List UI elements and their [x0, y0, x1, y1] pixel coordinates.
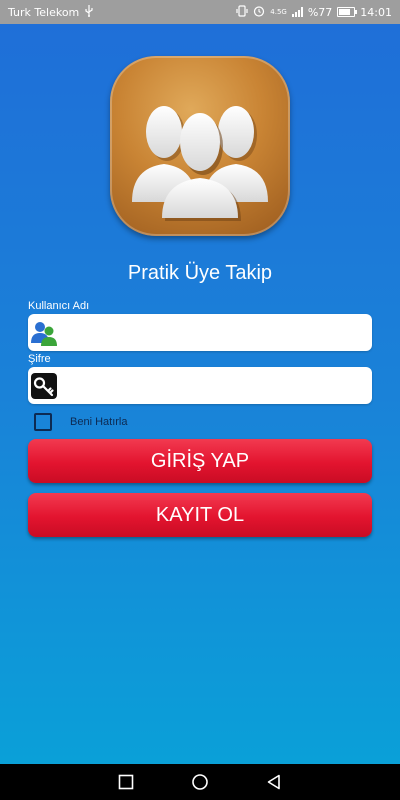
battery-percent: %77	[307, 5, 333, 19]
back-triangle-icon[interactable]	[264, 772, 284, 792]
vibrate-icon	[236, 4, 248, 20]
password-field[interactable]	[28, 367, 372, 404]
status-bar: Turk Telekom 4.5G %77 14:01	[0, 0, 400, 24]
network-type: 4.5G	[270, 8, 287, 16]
signal-icon	[291, 7, 303, 17]
carrier-name: Turk Telekom	[8, 5, 80, 19]
usb-icon	[84, 4, 94, 20]
username-label: Kullanıcı Adı	[28, 300, 90, 312]
clock: 14:01	[360, 5, 392, 19]
remember-label: Beni Hatırla	[70, 416, 128, 428]
register-button[interactable]: KAYIT OL	[28, 493, 372, 537]
login-button[interactable]: GİRİŞ YAP	[28, 439, 372, 483]
password-label: Şifre	[28, 353, 51, 365]
alarm-icon	[253, 5, 265, 20]
login-screen: Pratik Üye Takip Kullanıcı Adı Şifre Ben…	[0, 24, 400, 764]
square-icon[interactable]	[116, 772, 136, 792]
remember-checkbox[interactable]	[34, 413, 52, 431]
circle-icon[interactable]	[190, 772, 210, 792]
password-input[interactable]	[64, 367, 364, 404]
username-field[interactable]	[28, 314, 372, 351]
key-icon	[30, 372, 58, 400]
remember-me[interactable]: Beni Hatırla	[34, 413, 127, 431]
battery-icon	[337, 7, 358, 17]
username-input[interactable]	[64, 314, 364, 351]
users-icon	[30, 319, 58, 347]
users-group-icon	[110, 56, 290, 236]
app-title: Pratik Üye Takip	[127, 262, 273, 284]
navigation-bar	[0, 764, 400, 800]
